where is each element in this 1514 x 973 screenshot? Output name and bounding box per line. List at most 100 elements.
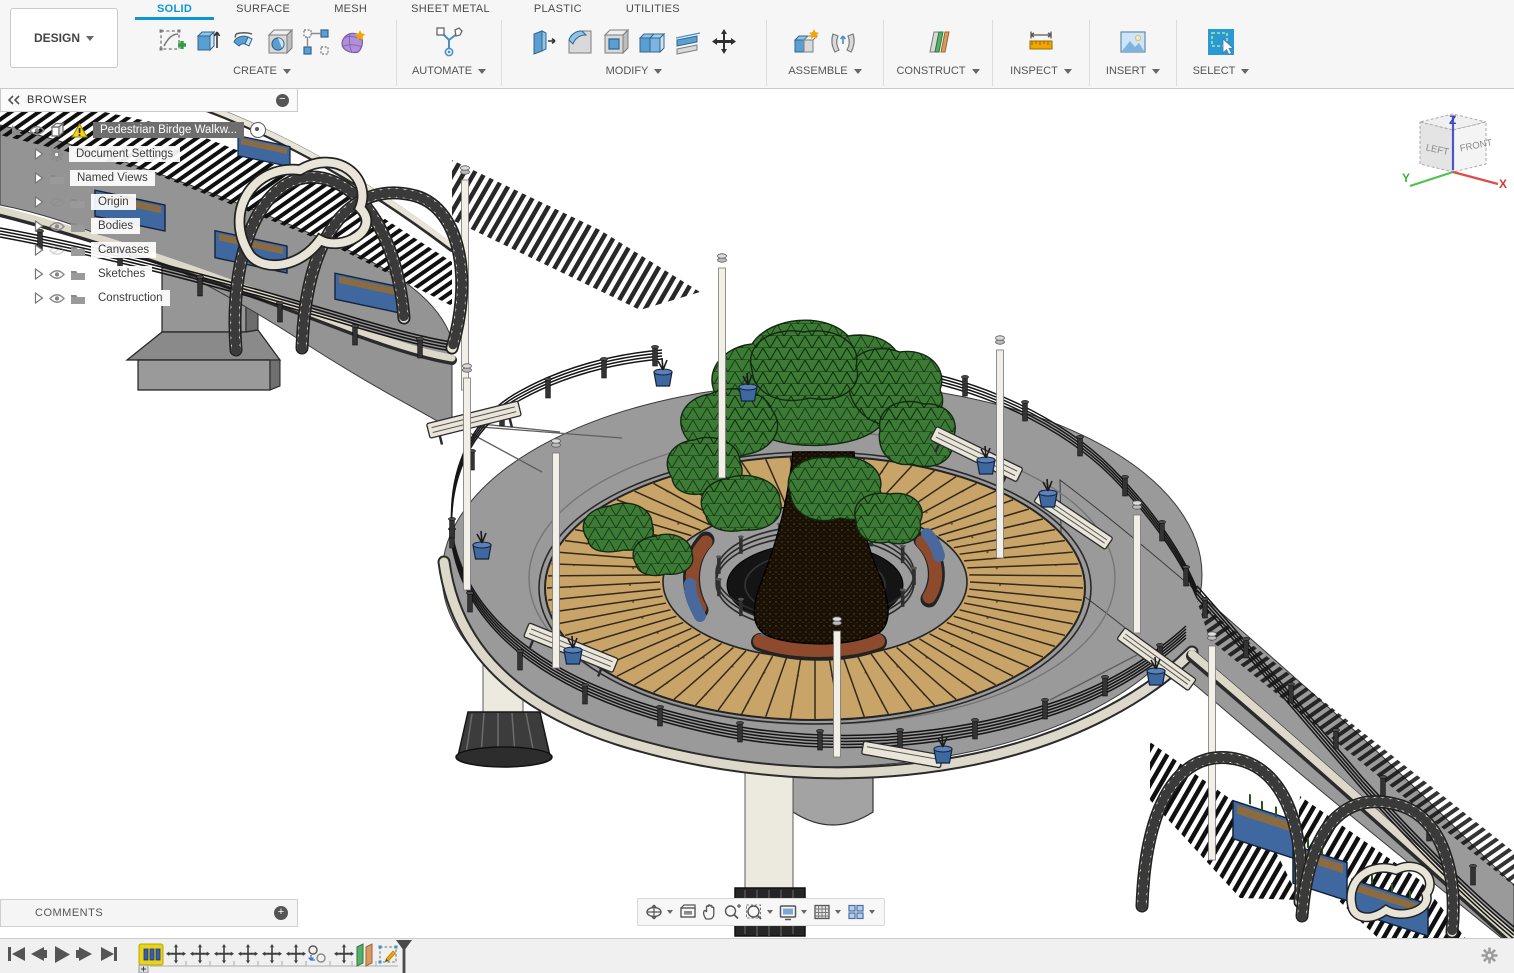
tab-surface[interactable]: SURFACE <box>214 0 312 20</box>
collapse-panel-icon[interactable] <box>8 95 20 105</box>
feature-move[interactable] <box>214 944 234 964</box>
comments-panel[interactable]: COMMENTS + <box>0 899 298 927</box>
collapsed-arrow-icon[interactable] <box>34 196 44 208</box>
measure-icon[interactable] <box>1025 26 1057 58</box>
group-label-assemble[interactable]: ASSEMBLE <box>788 65 847 77</box>
collapsed-arrow-icon[interactable] <box>34 268 44 280</box>
viewports-icon[interactable] <box>846 903 866 921</box>
create-sketch-icon[interactable] <box>156 26 188 58</box>
display-settings-icon[interactable] <box>778 903 798 921</box>
group-label-modify[interactable]: MODIFY <box>606 65 649 77</box>
go-to-start-button[interactable] <box>8 947 25 961</box>
browser-row-named-views[interactable]: Named Views <box>0 166 298 190</box>
create-form-icon[interactable] <box>336 26 368 58</box>
collapsed-arrow-icon[interactable] <box>34 172 44 184</box>
axis-z-label[interactable]: Z <box>1449 113 1456 127</box>
fillet-icon[interactable] <box>564 26 596 58</box>
collapsed-arrow-icon[interactable] <box>34 244 44 256</box>
feature-move[interactable] <box>334 944 354 964</box>
tab-mesh[interactable]: MESH <box>312 0 389 20</box>
chevron-down-icon[interactable] <box>869 910 875 914</box>
feature-move[interactable] <box>190 944 210 964</box>
feature-component-group[interactable] <box>139 944 163 973</box>
new-component-icon[interactable] <box>791 26 823 58</box>
feature-offset-plane[interactable] <box>357 944 372 966</box>
feature-move[interactable] <box>166 944 186 964</box>
step-forward-button[interactable] <box>76 947 92 961</box>
add-comment-icon[interactable]: + <box>274 906 288 920</box>
feature-move[interactable] <box>262 944 282 964</box>
timeline-settings-gear-icon[interactable] <box>1481 947 1498 964</box>
tab-utilities[interactable]: UTILITIES <box>604 0 702 20</box>
grid-display-icon[interactable] <box>812 903 832 921</box>
insert-image-icon[interactable] <box>1117 26 1149 58</box>
feature-sketch[interactable] <box>379 946 398 964</box>
chevron-down-icon[interactable] <box>801 910 807 914</box>
feature-move[interactable] <box>286 944 306 964</box>
minimize-icon[interactable]: − <box>276 94 289 107</box>
chevron-down-icon[interactable] <box>667 910 673 914</box>
browser-row-construction[interactable]: Construction <box>0 286 298 310</box>
eye-hidden-icon[interactable] <box>49 245 65 256</box>
browser-row-origin[interactable]: Origin <box>0 190 298 214</box>
go-to-end-button[interactable] <box>101 947 117 961</box>
collapsed-arrow-icon[interactable] <box>34 292 44 304</box>
tab-plastic[interactable]: PLASTIC <box>512 0 604 20</box>
chevron-down-icon[interactable] <box>835 910 841 914</box>
timeline-playhead[interactable] <box>396 940 412 973</box>
pan-icon[interactable] <box>700 903 720 921</box>
play-button[interactable] <box>55 946 70 963</box>
activate-component-radio[interactable] <box>250 122 266 138</box>
eye-icon[interactable] <box>49 269 65 280</box>
eye-icon[interactable] <box>49 221 65 232</box>
fit-icon[interactable] <box>744 903 764 921</box>
tree-item-label[interactable]: Construction <box>91 290 170 306</box>
feature-replace[interactable] <box>309 946 325 962</box>
construct-plane-icon[interactable] <box>922 26 954 58</box>
look-at-icon[interactable] <box>678 903 698 921</box>
tree-item-label[interactable]: Canvases <box>91 242 156 258</box>
expanded-arrow-icon[interactable] <box>10 123 24 137</box>
move-icon[interactable] <box>708 26 740 58</box>
pattern-icon[interactable] <box>300 26 332 58</box>
tree-item-label[interactable]: Bodies <box>91 218 140 234</box>
group-label-select[interactable]: SELECT <box>1193 65 1236 77</box>
chevron-down-icon[interactable] <box>767 910 773 914</box>
revolve-icon[interactable] <box>228 26 260 58</box>
group-label-create[interactable]: CREATE <box>233 65 277 77</box>
extrude-icon[interactable] <box>192 26 224 58</box>
feature-move[interactable] <box>238 944 258 964</box>
tree-item-label[interactable]: Origin <box>91 194 136 210</box>
tree-item-label[interactable]: Named Views <box>70 170 155 186</box>
group-label-construct[interactable]: CONSTRUCT <box>896 65 965 77</box>
joint-icon[interactable] <box>827 26 859 58</box>
browser-row-bodies[interactable]: Bodies <box>0 214 298 238</box>
browser-row-document-settings[interactable]: Document Settings <box>0 142 298 166</box>
tab-sheet-metal[interactable]: SHEET METAL <box>389 0 512 20</box>
hole-icon[interactable] <box>264 26 296 58</box>
root-document-label[interactable]: Pedestrian Birdge Walkw... <box>93 122 244 138</box>
automate-icon[interactable] <box>433 26 465 58</box>
view-cube[interactable]: Z Y X LEFT FRONT <box>1398 100 1508 210</box>
group-label-insert[interactable]: INSERT <box>1106 65 1146 77</box>
combine-icon[interactable] <box>636 26 668 58</box>
tree-item-label[interactable]: Sketches <box>91 266 152 282</box>
collapsed-arrow-icon[interactable] <box>34 220 44 232</box>
orbit-icon[interactable] <box>644 903 664 921</box>
browser-header[interactable]: BROWSER − <box>0 88 298 112</box>
browser-row-canvases[interactable]: Canvases <box>0 238 298 262</box>
collapsed-arrow-icon[interactable] <box>34 148 44 160</box>
workspace-selector[interactable]: DESIGN <box>10 8 118 68</box>
axis-x-label[interactable]: X <box>1499 177 1507 191</box>
group-label-inspect[interactable]: INSPECT <box>1010 65 1058 77</box>
browser-root-row[interactable]: Pedestrian Birdge Walkw... <box>0 118 298 142</box>
axis-y-label[interactable]: Y <box>1402 171 1410 185</box>
eye-hidden-icon[interactable] <box>49 197 65 208</box>
press-pull-icon[interactable] <box>528 26 560 58</box>
step-back-button[interactable] <box>31 947 47 961</box>
split-body-icon[interactable] <box>672 26 704 58</box>
shell-icon[interactable] <box>600 26 632 58</box>
tab-solid[interactable]: SOLID <box>135 0 214 20</box>
zoom-icon[interactable] <box>722 903 742 921</box>
group-label-automate[interactable]: AUTOMATE <box>412 65 472 77</box>
